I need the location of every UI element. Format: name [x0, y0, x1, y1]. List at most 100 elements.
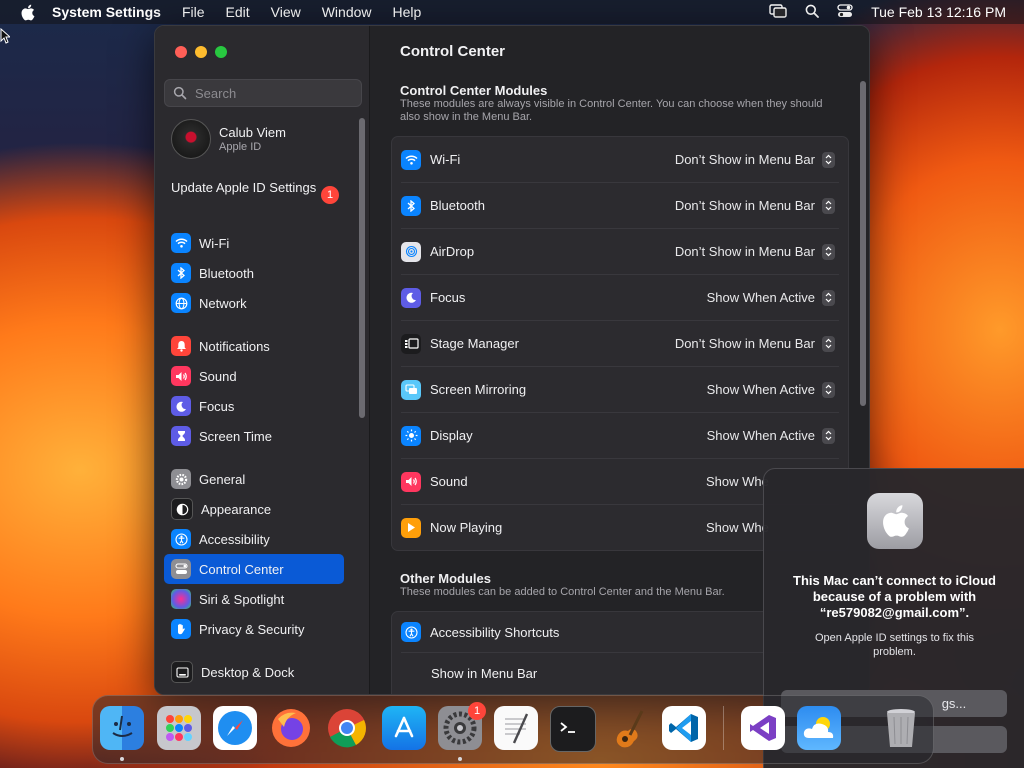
garageband-icon[interactable] [606, 706, 650, 750]
sidebar-item-label: Desktop & Dock [201, 664, 295, 680]
moon-icon [171, 396, 191, 416]
alert-title: This Mac can’t connect to iCloud because… [793, 573, 996, 620]
profile-name: Calub Viem [219, 125, 286, 140]
module-row-focus: Focus Show When Active [401, 275, 839, 321]
speaker-icon [401, 471, 421, 492]
spotlight-icon[interactable] [805, 4, 819, 21]
chevron-updown-icon[interactable] [822, 197, 835, 214]
search-field[interactable] [164, 79, 362, 107]
apple-menu-icon[interactable] [18, 3, 36, 21]
control-center-menu-icon[interactable] [837, 3, 853, 21]
dock: 1 [92, 695, 934, 764]
bluetooth-icon [401, 195, 421, 216]
play-icon [401, 517, 421, 538]
sidebar-item-label: Focus [199, 398, 235, 414]
minimize-window-button[interactable] [195, 46, 207, 58]
menu-clock[interactable]: Tue Feb 13 12:16 PM [871, 4, 1006, 20]
apple-id-profile[interactable]: Calub Viem Apple ID [171, 119, 286, 159]
apple-logo-icon [867, 493, 923, 549]
chevron-updown-icon[interactable] [822, 243, 835, 260]
menu-window[interactable]: Window [322, 4, 372, 20]
profile-subtitle: Apple ID [219, 141, 262, 153]
module-label: Accessibility Shortcuts [430, 624, 560, 640]
trash-icon[interactable] [879, 706, 923, 750]
module-row-airdrop: AirDrop Don’t Show in Menu Bar [401, 229, 839, 275]
sidebar-item-label: Privacy & Security [199, 621, 305, 637]
sidebar-scrollbar[interactable] [359, 118, 365, 418]
sidebar-item-notifications[interactable]: Notifications [164, 331, 344, 361]
sidebar-item-appearance[interactable]: Appearance [164, 494, 344, 524]
module-row-wifi: Wi-Fi Don’t Show in Menu Bar [401, 137, 839, 183]
sidebar-item-control-center[interactable]: Control Center [164, 554, 344, 584]
dock-separator [723, 706, 724, 750]
show-in-menu-bar-label: Show in Menu Bar [431, 665, 538, 681]
terminal-icon[interactable] [550, 706, 596, 752]
chevron-updown-icon[interactable] [822, 381, 835, 398]
appearance-icon [171, 498, 193, 520]
nav-group-general: General Appearance Accessibility Control… [164, 464, 344, 644]
module-visibility-select[interactable]: Show Whe [706, 520, 769, 535]
sidebar-item-bluetooth[interactable]: Bluetooth [164, 258, 344, 288]
sidebar-item-siri-spotlight[interactable]: Siri & Spotlight [164, 584, 344, 614]
module-label: Focus [430, 290, 466, 305]
sidebar-item-accessibility[interactable]: Accessibility [164, 524, 344, 554]
sidebar-item-label: Accessibility [199, 531, 270, 547]
weather-icon[interactable] [797, 706, 841, 750]
modules-section-description: These modules are always visible in Cont… [400, 98, 823, 123]
module-visibility-select[interactable]: Show When Active [707, 428, 815, 443]
module-visibility-select[interactable]: Show When Active [707, 382, 815, 397]
sidebar-item-screen-time[interactable]: Screen Time [164, 421, 344, 451]
button-label: gs... [941, 696, 967, 711]
menu-file[interactable]: File [182, 4, 205, 20]
close-window-button[interactable] [175, 46, 187, 58]
sidebar-item-network[interactable]: Network [164, 288, 344, 318]
menu-edit[interactable]: Edit [226, 4, 250, 20]
sidebar-item-focus[interactable]: Focus [164, 391, 344, 421]
sidebar-item-label: Sound [199, 368, 237, 384]
module-visibility-select[interactable]: Don’t Show in Menu Bar [675, 244, 815, 259]
chevron-updown-icon[interactable] [822, 289, 835, 306]
module-visibility-select[interactable]: Don’t Show in Menu Bar [675, 198, 815, 213]
chevron-updown-icon[interactable] [822, 335, 835, 352]
textedit-icon[interactable] [494, 706, 538, 750]
module-visibility-select[interactable]: Don’t Show in Menu Bar [675, 152, 815, 167]
sidebar-item-desktop-dock[interactable]: Desktop & Dock [164, 657, 344, 687]
settings-badge: 1 [468, 702, 486, 720]
vscode-icon[interactable] [662, 706, 706, 750]
search-input[interactable] [193, 84, 347, 102]
finder-icon[interactable] [100, 706, 144, 750]
module-visibility-select[interactable]: Show When Active [707, 290, 815, 305]
sidebar-item-label: General [199, 471, 246, 487]
bluetooth-icon [171, 263, 191, 283]
wifi-icon [401, 149, 421, 170]
avatar [171, 119, 211, 159]
sidebar-item-label: Screen Time [199, 428, 272, 444]
firefox-icon[interactable] [269, 706, 313, 750]
module-visibility-select[interactable]: Don’t Show in Menu Bar [675, 336, 815, 351]
chevron-updown-icon[interactable] [822, 427, 835, 444]
sidebar-item-privacy-security[interactable]: Privacy & Security [164, 614, 344, 644]
sidebar-item-general[interactable]: General [164, 464, 344, 494]
menu-app-name[interactable]: System Settings [52, 4, 161, 20]
update-apple-id-settings[interactable]: Update Apple ID Settings [171, 180, 341, 196]
nav-group-notifications: Notifications Sound Focus Screen Time [164, 331, 344, 451]
sidebar-item-sound[interactable]: Sound [164, 361, 344, 391]
safari-icon[interactable] [213, 706, 257, 750]
zoom-window-button[interactable] [215, 46, 227, 58]
content-scrollbar[interactable] [860, 81, 866, 406]
app-store-icon[interactable] [382, 706, 426, 750]
screen-mirroring-menu-icon[interactable] [769, 3, 787, 21]
hourglass-icon [171, 426, 191, 446]
menu-help[interactable]: Help [393, 4, 422, 20]
launchpad-icon[interactable] [157, 706, 201, 750]
menu-view[interactable]: View [271, 4, 301, 20]
chrome-icon[interactable] [325, 706, 369, 750]
module-label: Now Playing [430, 520, 503, 535]
module-visibility-select[interactable]: Show Whe [706, 474, 769, 489]
menu-bar: System Settings File Edit View Window He… [0, 0, 1024, 24]
mouse-cursor-icon [0, 28, 10, 44]
sidebar-item-wifi[interactable]: Wi-Fi [164, 228, 344, 258]
search-icon [173, 86, 187, 100]
visual-studio-icon[interactable] [741, 706, 785, 750]
chevron-updown-icon[interactable] [822, 151, 835, 168]
